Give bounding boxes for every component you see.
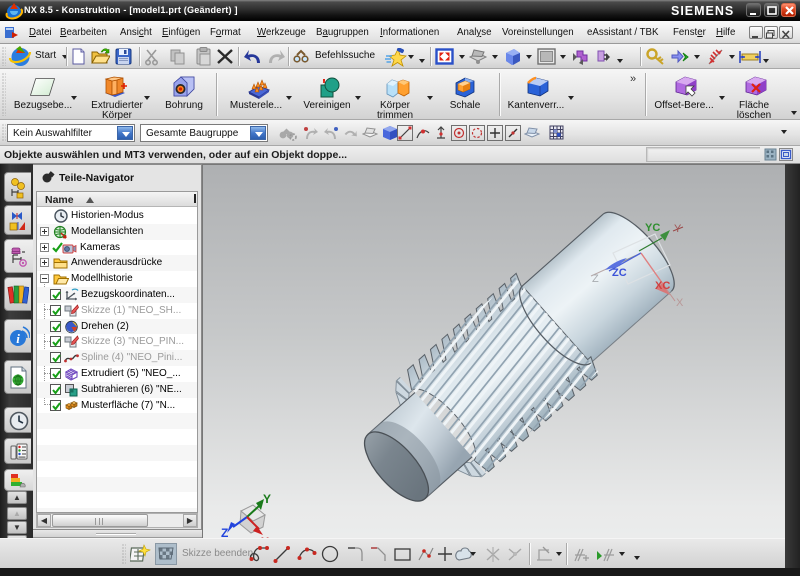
svg-text:i: i <box>16 331 20 346</box>
svg-text:Z: Z <box>592 273 599 285</box>
svg-text:X: X <box>676 297 684 309</box>
svg-text:Y: Y <box>263 492 271 506</box>
svg-text:XC: XC <box>655 280 670 292</box>
svg-text:ZC: ZC <box>612 267 627 279</box>
svg-text:YC: YC <box>645 222 660 234</box>
svg-text:Y: Y <box>674 223 682 235</box>
